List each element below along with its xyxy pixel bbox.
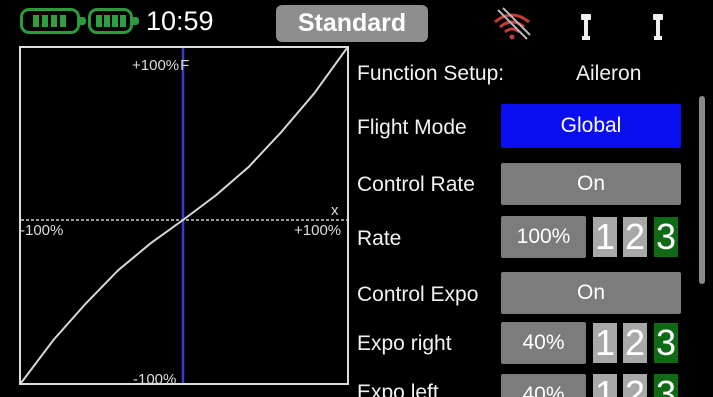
- expo-left-label: Expo left: [357, 381, 439, 397]
- battery-cell: [42, 15, 48, 27]
- curve-point: [182, 219, 184, 221]
- battery-cell: [120, 15, 126, 27]
- expo-right-option-1[interactable]: 1: [593, 323, 617, 363]
- curve-point: [52, 339, 55, 341]
- battery-tip: [133, 17, 139, 25]
- function-setup-label: Function Setup:: [357, 62, 505, 85]
- curve-point: [117, 269, 119, 271]
- battery-cell: [104, 15, 110, 27]
- rate-option-2[interactable]: 2: [623, 217, 647, 257]
- control-expo-field[interactable]: On: [501, 272, 681, 314]
- curve-point: [280, 131, 283, 133]
- axis-label-top-suffix: F: [180, 57, 190, 74]
- axis-label-left: -100%: [20, 222, 64, 239]
- curve-chart: [21, 48, 347, 383]
- model-tab-standard[interactable]: Standard: [276, 5, 428, 42]
- battery-cell: [33, 15, 39, 27]
- expo-left-value-field[interactable]: 40%: [501, 374, 586, 397]
- expo-right-value-field[interactable]: 40%: [501, 322, 586, 364]
- curve-point: [313, 92, 316, 95]
- axis-label-top-value: +100%: [132, 57, 180, 74]
- expo-right-option-3[interactable]: 3: [654, 323, 678, 363]
- rate-label: Rate: [357, 227, 402, 250]
- expo-left-row: Expo left 40% 1 2 3: [0, 370, 713, 397]
- battery-indicator-2: [88, 8, 139, 34]
- rate-value-field[interactable]: 100%: [501, 216, 586, 258]
- switch-icon: [653, 14, 663, 40]
- expo-right-option-2[interactable]: 2: [623, 323, 647, 363]
- control-rate-label: Control Rate: [357, 173, 475, 196]
- battery-cell: [60, 15, 66, 27]
- rate-option-3[interactable]: 3: [654, 217, 678, 257]
- battery-cell: [96, 15, 102, 27]
- curve-point: [247, 166, 250, 168]
- curve-point: [85, 302, 87, 305]
- clock-time: 10:59: [146, 6, 214, 36]
- rate-option-1[interactable]: 1: [593, 217, 617, 257]
- signal-off-icon: [494, 7, 531, 40]
- control-rate-field[interactable]: On: [501, 163, 681, 205]
- switch-icon: [581, 14, 591, 40]
- expo-left-option-1[interactable]: 1: [593, 374, 617, 397]
- battery-cell: [51, 15, 57, 27]
- expo-right-label: Expo right: [357, 332, 452, 355]
- battery-cell: [112, 15, 118, 27]
- flight-mode-field[interactable]: Global: [501, 104, 681, 148]
- expo-left-option-3[interactable]: 3: [654, 374, 678, 397]
- flight-mode-label: Flight Mode: [357, 116, 467, 139]
- battery-indicator-1: [20, 8, 86, 34]
- settings-scrollbar[interactable]: [699, 96, 705, 284]
- curve-point: [215, 194, 217, 197]
- axis-label-right: +100%: [294, 222, 342, 239]
- curve-point: [149, 242, 152, 245]
- x-axis-marker: x: [331, 202, 339, 219]
- function-setup-value: Aileron: [576, 62, 642, 85]
- control-expo-label: Control Expo: [357, 283, 479, 306]
- battery-tip: [80, 17, 86, 25]
- expo-left-option-2[interactable]: 2: [623, 374, 647, 397]
- axis-label-top: +100%F: [132, 58, 189, 74]
